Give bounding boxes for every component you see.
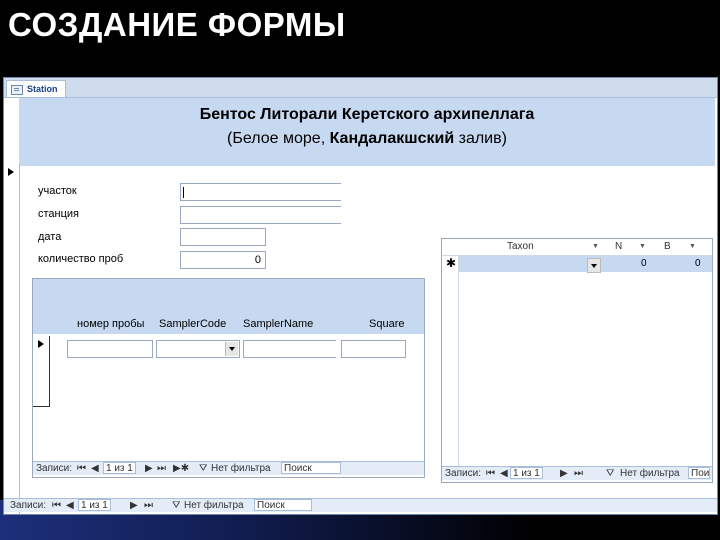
search-input[interactable]: Поиск <box>281 462 341 474</box>
field-label-data: дата <box>38 231 62 243</box>
col-taxon[interactable]: Taxon <box>507 241 534 252</box>
last-record-icon[interactable]: ⏭ <box>574 467 583 480</box>
first-record-icon[interactable]: ⏮ <box>52 499 61 512</box>
subform-header: номер пробы SamplerCode SamplerName Squa… <box>33 279 424 334</box>
chevron-down-icon[interactable]: ▼ <box>689 243 696 250</box>
chevron-down-icon[interactable]: ▼ <box>592 243 599 250</box>
access-form-window: Station Бентос Литорали Керетского архип… <box>3 77 718 515</box>
records-label: Записи: <box>36 463 72 474</box>
col-sampler-code: SamplerCode <box>159 318 227 330</box>
subform-record-selector[interactable] <box>33 336 50 407</box>
datasheet-navigation-bar: Записи: ⏮ ◀ 1 из 1 ▶ ⏭ ⛛ Нет фильтра Пои… <box>442 466 712 480</box>
tab-station[interactable]: Station <box>6 80 66 97</box>
current-record-arrow-icon <box>8 168 14 176</box>
no-filter-button[interactable]: Нет фильтра <box>211 462 271 475</box>
text-caret <box>183 187 184 198</box>
no-filter-button[interactable]: Нет фильтра <box>620 467 680 480</box>
n-cell[interactable]: 0 <box>641 258 647 269</box>
datasheet-header: Taxon ▼ N ▼ B ▼ <box>442 239 712 256</box>
form-title: Бентос Литорали Керетского архипеллага <box>199 106 535 123</box>
uchastok-input[interactable] <box>180 183 341 201</box>
b-cell[interactable]: 0 <box>695 258 701 269</box>
main-navigation-bar: Записи: ⏮ ◀ 1 из 1 ▶ ⏭ ⛛ Нет фильтра Пои… <box>4 498 717 512</box>
record-position[interactable]: 1 из 1 <box>78 499 111 511</box>
next-record-icon[interactable]: ▶ <box>130 499 138 512</box>
form-header: Бентос Литорали Керетского архипеллага (… <box>19 98 715 166</box>
filter-icon: ⛛ <box>606 468 615 479</box>
filter-icon: ⛛ <box>199 463 208 474</box>
first-record-icon[interactable]: ⏮ <box>77 462 86 475</box>
filter-icon: ⛛ <box>172 500 181 511</box>
chevron-down-icon[interactable] <box>225 342 238 356</box>
sampler-name-input[interactable] <box>243 340 336 358</box>
samples-subform: номер пробы SamplerCode SamplerName Squa… <box>32 278 425 478</box>
tab-label: Station <box>27 84 58 94</box>
next-record-icon[interactable]: ▶ <box>145 462 153 475</box>
sampler-code-combo[interactable] <box>156 340 240 358</box>
stantsiya-input[interactable] <box>180 206 341 224</box>
col-sampler-name: SamplerName <box>243 318 314 330</box>
col-square: Square <box>369 318 405 330</box>
search-input[interactable]: Поиск <box>254 499 312 511</box>
new-record-icon[interactable]: ▶✱ <box>173 462 189 475</box>
document-tab-bar: Station <box>4 78 717 98</box>
new-record-row[interactable]: 0 0 <box>459 256 712 273</box>
prev-record-icon[interactable]: ◀ <box>500 467 508 480</box>
field-label-uchastok: участок <box>38 185 77 197</box>
record-position[interactable]: 1 из 1 <box>103 462 136 474</box>
last-record-icon[interactable]: ⏭ <box>144 499 153 512</box>
slide-title: СОЗДАНИЕ ФОРМЫ <box>8 6 346 43</box>
no-filter-button[interactable]: Нет фильтра <box>184 499 244 512</box>
chevron-down-icon[interactable]: ▼ <box>639 243 646 250</box>
first-record-icon[interactable]: ⏮ <box>486 467 495 480</box>
record-position[interactable]: 1 из 1 <box>510 467 543 479</box>
next-record-icon[interactable]: ▶ <box>560 467 568 480</box>
form-subtitle: (Белое море, Кандалакшский залив) <box>227 130 507 147</box>
records-label: Записи: <box>10 500 46 511</box>
current-record-arrow-icon <box>38 340 44 348</box>
square-input[interactable] <box>341 340 406 358</box>
datasheet-selector-column <box>442 239 459 466</box>
search-input[interactable]: Поиск <box>688 467 710 479</box>
kolichestvo-prob-input[interactable]: 0 <box>180 251 266 269</box>
field-label-stantsiya: станция <box>38 208 80 220</box>
prev-record-icon[interactable]: ◀ <box>91 462 99 475</box>
col-nomer-proby: номер пробы <box>77 318 145 330</box>
subform-navigation-bar: Записи: ⏮ ◀ 1 из 1 ▶ ⏭ ▶✱ ⛛ Нет фильтра … <box>33 461 424 475</box>
nomer-proby-input[interactable] <box>67 340 153 358</box>
last-record-icon[interactable]: ⏭ <box>157 462 166 475</box>
prev-record-icon[interactable]: ◀ <box>66 499 74 512</box>
taxon-datasheet: Taxon ▼ N ▼ B ▼ ✱ 0 0 Записи: ⏮ ◀ 1 из 1… <box>441 238 713 483</box>
records-label: Записи: <box>445 468 481 479</box>
col-b[interactable]: B <box>664 241 671 252</box>
new-record-icon: ✱ <box>446 256 457 270</box>
form-icon <box>11 85 23 95</box>
col-n[interactable]: N <box>615 241 622 252</box>
data-input[interactable] <box>180 228 266 246</box>
record-selector[interactable] <box>4 164 20 514</box>
field-label-kolichestvo-prob: количество проб <box>38 253 124 265</box>
chevron-down-icon[interactable] <box>587 258 601 273</box>
